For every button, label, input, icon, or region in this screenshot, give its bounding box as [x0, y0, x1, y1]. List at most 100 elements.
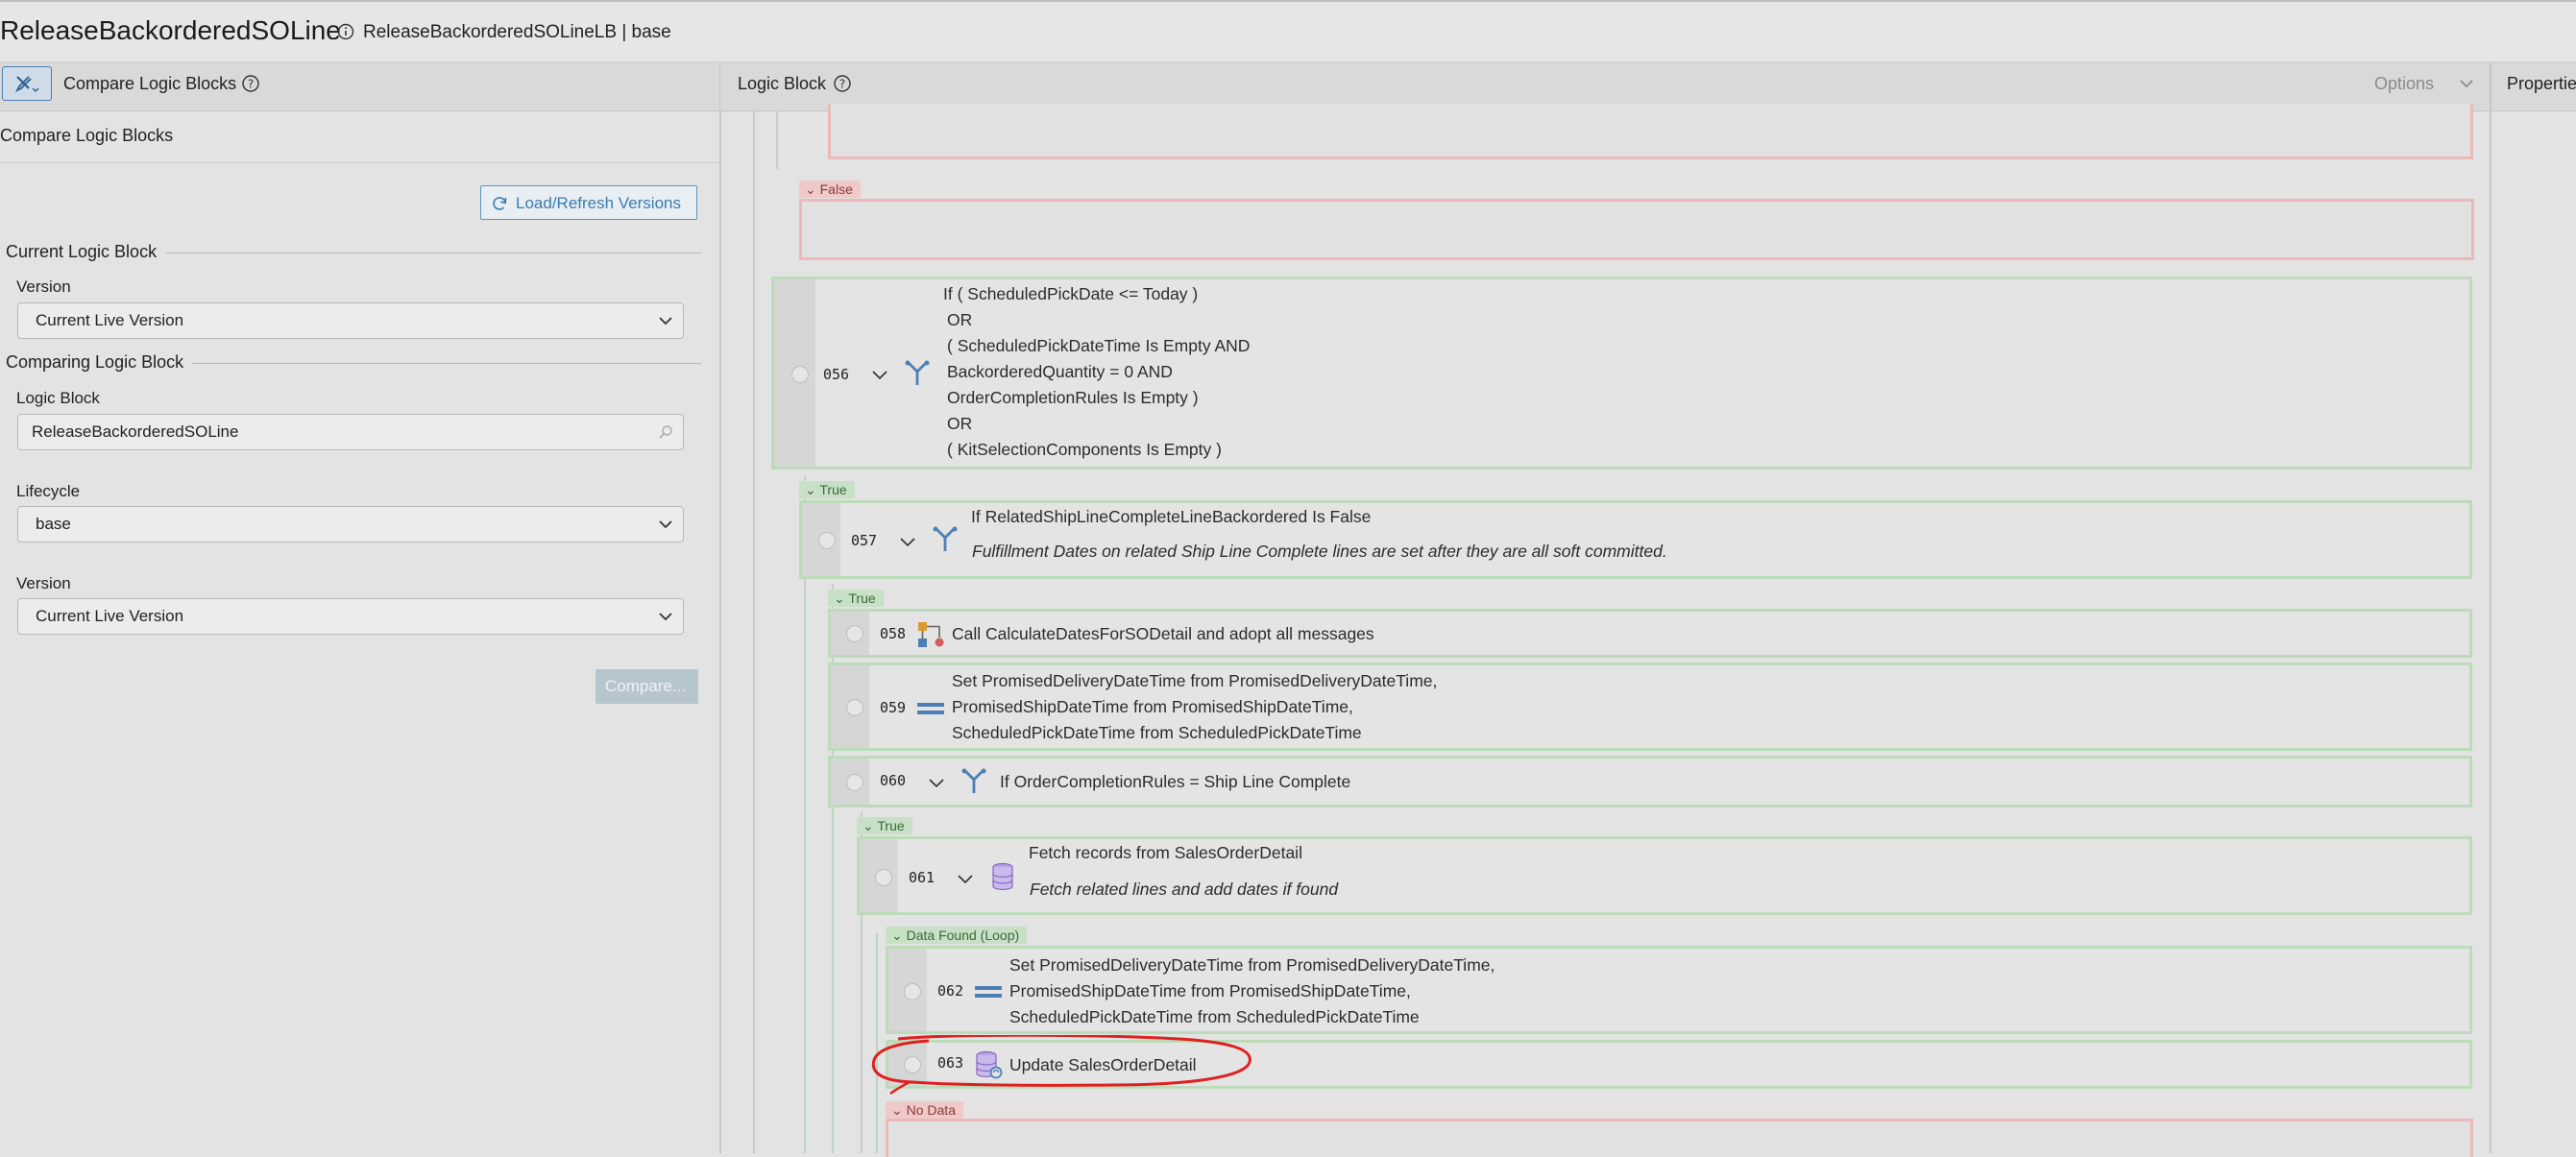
- condition-line: OrderCompletionRules Is Empty ): [947, 388, 1199, 407]
- step-select-radio[interactable]: [791, 366, 809, 383]
- current-version-select[interactable]: Current Live Version: [17, 302, 684, 339]
- refresh-icon: [493, 197, 507, 210]
- compare-panel-header: Compare Logic Blocks ?: [0, 62, 719, 111]
- legend-line: [192, 363, 701, 364]
- chevron-down-icon[interactable]: [870, 365, 889, 384]
- condition-line: ( ScheduledPickDateTime Is Empty AND: [947, 336, 1251, 355]
- step-note: Fulfillment Dates on related Ship Line C…: [972, 542, 1667, 561]
- info-icon[interactable]: [337, 23, 354, 40]
- current-version-label: Version: [16, 277, 71, 296]
- branch-tag-false[interactable]: ⌄ False: [799, 181, 861, 198]
- branch-tag-data-found[interactable]: ⌄ Data Found (Loop): [886, 927, 1028, 944]
- chevron-down-icon: ⌄: [805, 482, 820, 497]
- step-select-radio[interactable]: [846, 625, 863, 642]
- properties-header: Properties: [2491, 62, 2576, 111]
- logic-block-value: ReleaseBackorderedSOLine: [32, 422, 239, 441]
- step-056[interactable]: 056 If ( ScheduledPickDate <= Today ) OR…: [771, 277, 2472, 470]
- step-label-line: PromisedShipDateTime from PromisedShipDa…: [952, 697, 1353, 716]
- step-number: 058: [880, 625, 907, 642]
- title-bar: ReleaseBackorderedSOLine ReleaseBackorde…: [0, 2, 2576, 62]
- step-select-radio[interactable]: [818, 532, 836, 549]
- step-060[interactable]: 060 If OrderCompletionRules = Ship Line …: [828, 756, 2472, 807]
- condition-line: If ( ScheduledPickDate <= Today ): [943, 284, 1199, 303]
- annotation-highlight: [871, 1035, 1252, 1095]
- compare-button[interactable]: Compare...: [595, 669, 698, 704]
- chevron-down-icon: ⌄: [805, 181, 820, 197]
- condition-line: OR: [947, 414, 973, 433]
- logic-block-label: Logic Block: [16, 389, 100, 407]
- step-select-radio[interactable]: [846, 699, 863, 716]
- step-select-radio[interactable]: [846, 774, 863, 791]
- condition-line: OR: [947, 310, 973, 329]
- step-057[interactable]: 057 If RelatedShipLineCompleteLineBackor…: [799, 500, 2472, 579]
- branch-tag-true[interactable]: ⌄ True: [857, 817, 912, 834]
- branch-icon: [905, 360, 930, 385]
- compare-version-label: Version: [16, 574, 71, 592]
- step-label: Fetch records from SalesOrderDetail: [1029, 843, 1302, 862]
- chevron-down-icon: [2460, 80, 2473, 88]
- comparing-logic-block-legend: Comparing Logic Block: [6, 352, 184, 372]
- condition-line: ( KitSelectionComponents Is Empty ): [947, 440, 1222, 459]
- branch-block: [828, 104, 2473, 159]
- chevron-down-icon: ⌄: [891, 1102, 907, 1118]
- step-note: Fetch related lines and add dates if fou…: [1030, 880, 1339, 899]
- logic-block-field[interactable]: ReleaseBackorderedSOLine: [17, 414, 684, 450]
- chevron-down-icon: ⌄: [834, 591, 849, 606]
- step-062[interactable]: 062 Set PromisedDeliveryDateTime from Pr…: [886, 946, 2472, 1034]
- step-label: Call CalculateDatesForSODetail and adopt…: [952, 624, 1374, 643]
- step-number: 062: [937, 982, 964, 1000]
- chevron-down-icon[interactable]: [927, 773, 946, 792]
- tools-icon: [14, 76, 39, 93]
- page-title: ReleaseBackorderedSOLine: [0, 15, 341, 45]
- step-label-line: ScheduledPickDateTime from ScheduledPick…: [1009, 1007, 1420, 1026]
- compare-panel: Compare Logic Blocks ? Compare Logic Blo…: [0, 62, 721, 1153]
- help-icon[interactable]: ?: [241, 74, 260, 93]
- divider: [0, 162, 719, 163]
- load-refresh-versions-button[interactable]: Load/Refresh Versions: [480, 185, 697, 220]
- flow-connector: [776, 111, 778, 169]
- step-select-radio[interactable]: [875, 869, 892, 886]
- section-title: Compare Logic Blocks: [0, 126, 174, 145]
- chevron-down-icon[interactable]: [898, 532, 917, 551]
- branch-tag-label: True: [848, 591, 876, 606]
- branch-tag-true[interactable]: ⌄ True: [799, 481, 855, 498]
- chevron-down-icon[interactable]: [956, 869, 975, 888]
- branch-tag-label: False: [819, 181, 853, 197]
- lifecycle-label: Lifecycle: [16, 482, 81, 500]
- step-label-line: ScheduledPickDateTime from ScheduledPick…: [952, 723, 1362, 742]
- branch-tag-true[interactable]: ⌄ True: [828, 590, 884, 607]
- branch-tag-label: True: [877, 818, 905, 833]
- branch-tag-label: No Data: [906, 1102, 956, 1118]
- search-icon[interactable]: [658, 424, 673, 440]
- branch-tag-no-data[interactable]: ⌄ No Data: [886, 1101, 963, 1119]
- no-data-container: [886, 1119, 2473, 1157]
- branch-icon: [933, 526, 958, 551]
- step-number: 061: [909, 869, 936, 886]
- step-061[interactable]: 061 Fetch records from SalesOrderDetail …: [857, 836, 2472, 915]
- step-label: If RelatedShipLineCompleteLineBackordere…: [971, 507, 1372, 526]
- step-label: If OrderCompletionRules = Ship Line Comp…: [1000, 772, 1351, 791]
- step-number: 056: [823, 366, 850, 383]
- chevron-down-icon: [659, 317, 672, 325]
- step-059[interactable]: 059 Set PromisedDeliveryDateTime from Pr…: [828, 663, 2472, 751]
- logic-block-subtitle: ReleaseBackorderedSOLineLB | base: [363, 22, 671, 42]
- panel-divider: [2490, 62, 2491, 1153]
- step-select-radio[interactable]: [904, 983, 921, 1000]
- step-label-line: Set PromisedDeliveryDateTime from Promis…: [952, 671, 1438, 690]
- current-version-value: Current Live Version: [36, 311, 184, 329]
- branch-tag-label: True: [819, 482, 847, 497]
- branch-tag-label: Data Found (Loop): [906, 928, 1020, 943]
- current-logic-block-legend: Current Logic Block: [6, 242, 158, 261]
- step-label-line: Set PromisedDeliveryDateTime from Promis…: [1009, 955, 1495, 975]
- step-058[interactable]: 058 Call CalculateDatesForSODetail and a…: [828, 609, 2472, 658]
- compare-version-select[interactable]: Current Live Version: [17, 598, 684, 635]
- tools-button[interactable]: [2, 66, 52, 101]
- condition-line: BackorderedQuantity = 0 AND: [947, 362, 1173, 381]
- lifecycle-select[interactable]: base: [17, 506, 684, 542]
- assign-icon: [917, 703, 944, 714]
- step-number: 057: [851, 532, 878, 549]
- options-menu[interactable]: Options: [2374, 74, 2434, 94]
- compare-panel-title: Compare Logic Blocks: [63, 74, 237, 93]
- branch-icon: [961, 768, 986, 793]
- help-icon[interactable]: ?: [833, 74, 852, 93]
